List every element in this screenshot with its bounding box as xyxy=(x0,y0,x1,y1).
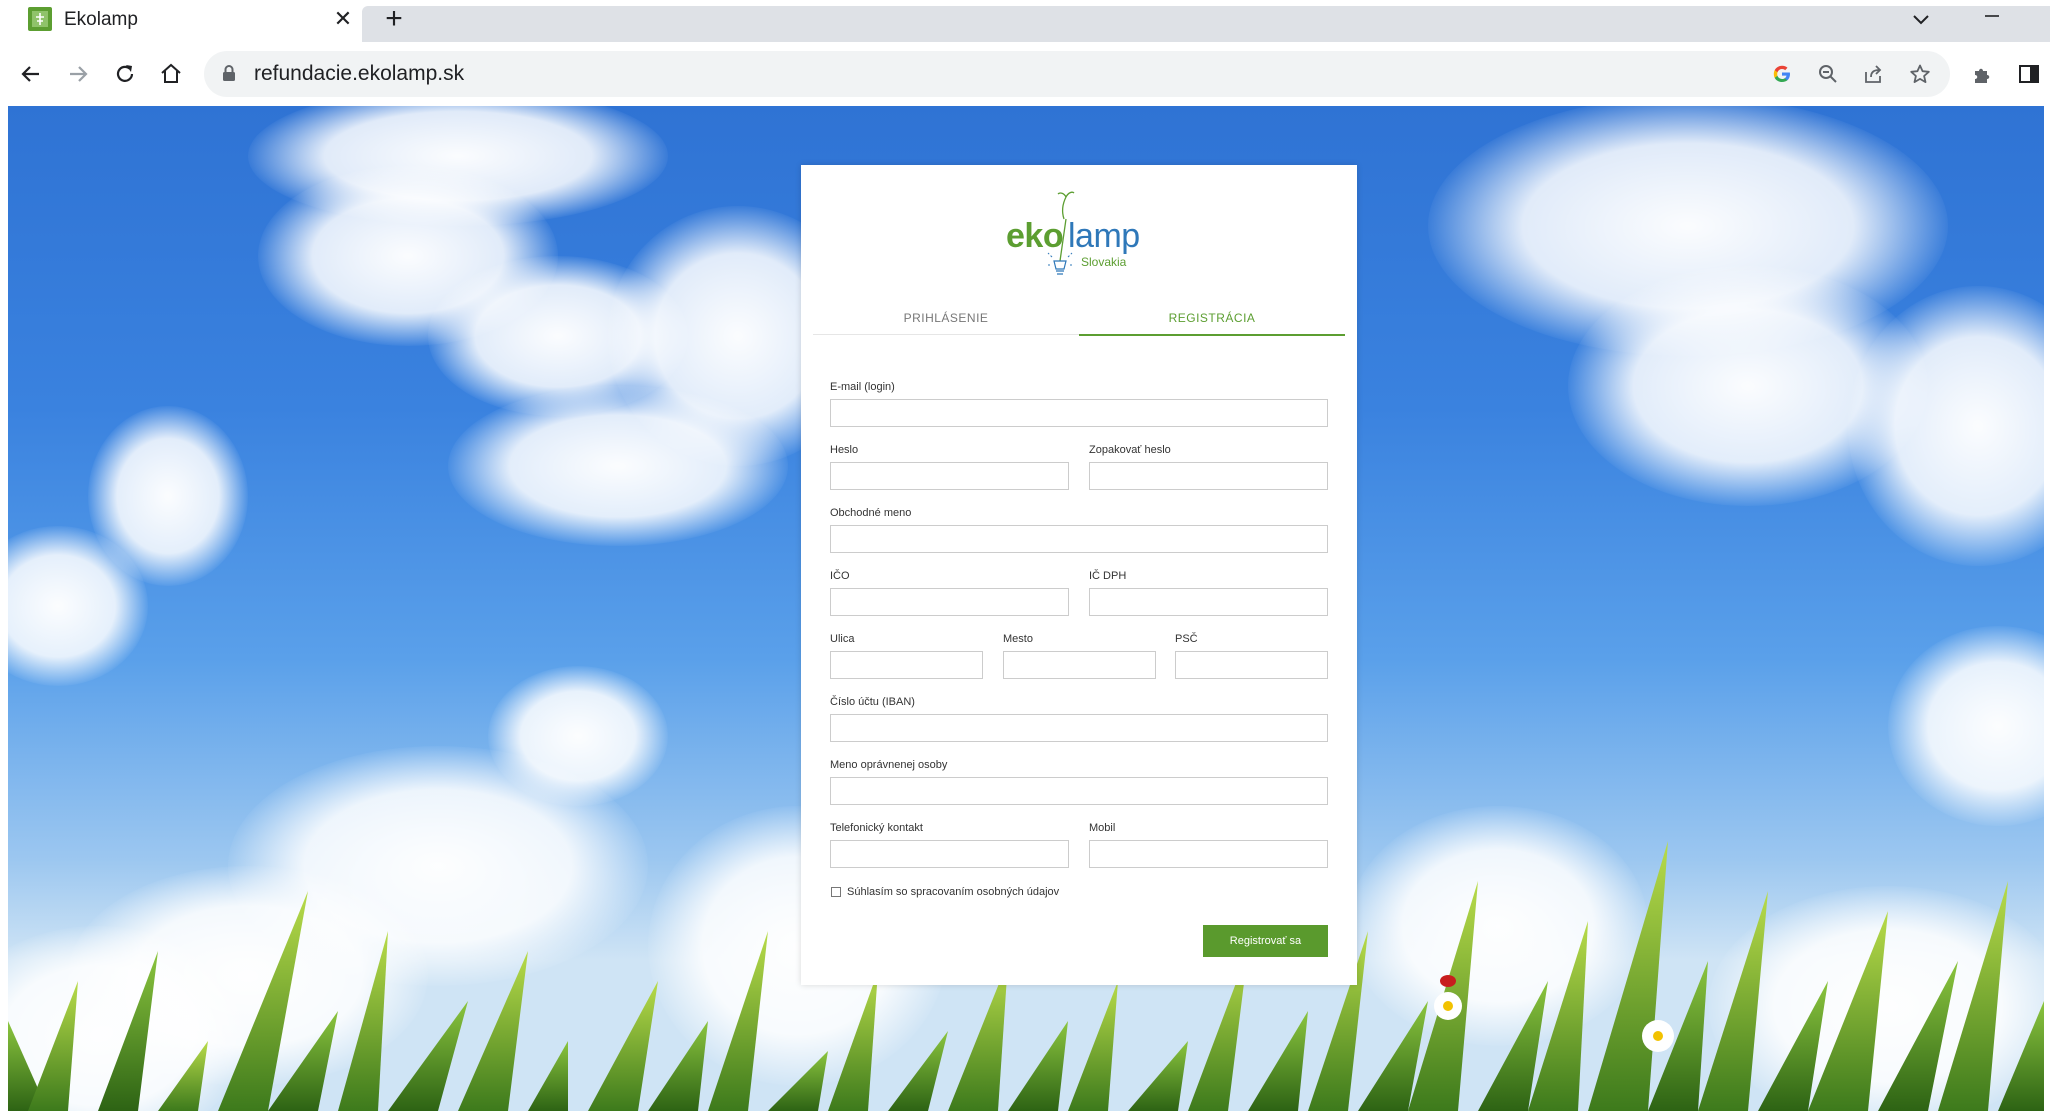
street-input[interactable] xyxy=(830,651,983,679)
arrow-right-icon xyxy=(70,66,88,82)
google-icon[interactable] xyxy=(1768,60,1796,88)
ekolamp-favicon-icon xyxy=(28,7,52,31)
chevron-down-icon[interactable] xyxy=(1905,6,1937,34)
tab-close-icon[interactable]: ✕ xyxy=(330,6,356,32)
home-icon xyxy=(161,63,181,83)
tab-title: Ekolamp xyxy=(64,9,138,30)
password-repeat-input[interactable] xyxy=(1089,462,1328,490)
share-icon[interactable] xyxy=(1860,60,1888,88)
browser-tab[interactable]: Ekolamp ✕ xyxy=(14,0,358,40)
puzzle-icon[interactable] xyxy=(1966,57,2000,91)
new-tab-button[interactable]: + xyxy=(378,4,410,36)
phone-input[interactable] xyxy=(830,840,1069,868)
lock-icon xyxy=(223,65,235,81)
register-button[interactable]: Registrovať sa xyxy=(1203,925,1328,957)
ekolamp-logo: eko lamp Slovakia xyxy=(996,187,1156,287)
browser-tabstrip: Ekolamp ✕ + xyxy=(0,0,2050,44)
star-icon[interactable] xyxy=(1906,60,1934,88)
reload-button[interactable] xyxy=(108,57,142,91)
psc-input[interactable] xyxy=(1175,651,1328,679)
ico-label: IČO xyxy=(830,570,850,582)
url-text[interactable]: refundacie.ekolamp.sk xyxy=(254,62,464,86)
psc-label: PSČ xyxy=(1175,633,1198,645)
consent-row[interactable]: Súhlasím so spracovaním osobných údajov xyxy=(831,886,1059,898)
address-bar[interactable]: refundacie.ekolamp.sk xyxy=(204,51,1950,97)
authorized-person-input[interactable] xyxy=(830,777,1328,805)
tab-registration[interactable]: REGISTRÁCIA xyxy=(1079,301,1345,336)
tab-login[interactable]: PRIHLÁSENIE xyxy=(813,301,1079,335)
email-label: E-mail (login) xyxy=(830,381,895,393)
city-label: Mesto xyxy=(1003,633,1033,645)
ic-dph-input[interactable] xyxy=(1089,588,1328,616)
mobile-input[interactable] xyxy=(1089,840,1328,868)
tabstrip-background xyxy=(362,6,2050,42)
logo-slovakia-text: Slovakia xyxy=(1081,255,1127,269)
street-label: Ulica xyxy=(830,633,855,645)
ico-input[interactable] xyxy=(830,588,1069,616)
iban-input[interactable] xyxy=(830,714,1328,742)
logo-lamp-text: lamp xyxy=(1068,217,1140,255)
logo-eko-text: eko xyxy=(1006,217,1064,255)
forward-button[interactable] xyxy=(61,57,95,91)
business-name-input[interactable] xyxy=(830,525,1328,553)
reload-icon xyxy=(116,65,134,82)
business-name-label: Obchodné meno xyxy=(830,507,912,519)
side-panel-icon[interactable] xyxy=(2012,57,2046,91)
back-button[interactable] xyxy=(14,57,48,91)
background-cloud xyxy=(448,386,788,546)
password-label: Heslo xyxy=(830,444,859,456)
arrow-left-icon xyxy=(21,66,39,82)
email-input[interactable] xyxy=(830,399,1328,427)
authorized-person-label: Meno oprávnenej osoby xyxy=(830,759,948,771)
registration-card: eko lamp Slovakia PRIHLÁSENIE REGISTRÁCI… xyxy=(801,165,1357,985)
minimize-icon[interactable] xyxy=(1975,2,2009,30)
consent-label[interactable]: Súhlasím so spracovaním osobných údajov xyxy=(847,886,1059,898)
auth-tabs: PRIHLÁSENIE REGISTRÁCIA xyxy=(813,301,1345,336)
consent-checkbox[interactable] xyxy=(831,887,841,897)
home-button[interactable] xyxy=(154,57,188,91)
city-input[interactable] xyxy=(1003,651,1156,679)
zoom-out-icon[interactable] xyxy=(1814,60,1842,88)
page-viewport: eko lamp Slovakia PRIHLÁSENIE REGISTRÁCI… xyxy=(8,106,2044,1111)
password-input[interactable] xyxy=(830,462,1069,490)
ic-dph-label: IČ DPH xyxy=(1089,570,1127,582)
password-repeat-label: Zopakovať heslo xyxy=(1089,444,1171,456)
browser-toolbar: refundacie.ekolamp.sk xyxy=(0,44,2050,106)
phone-label: Telefonický kontakt xyxy=(830,822,923,834)
mobile-label: Mobil xyxy=(1089,822,1116,834)
iban-label: Číslo účtu (IBAN) xyxy=(830,696,915,708)
